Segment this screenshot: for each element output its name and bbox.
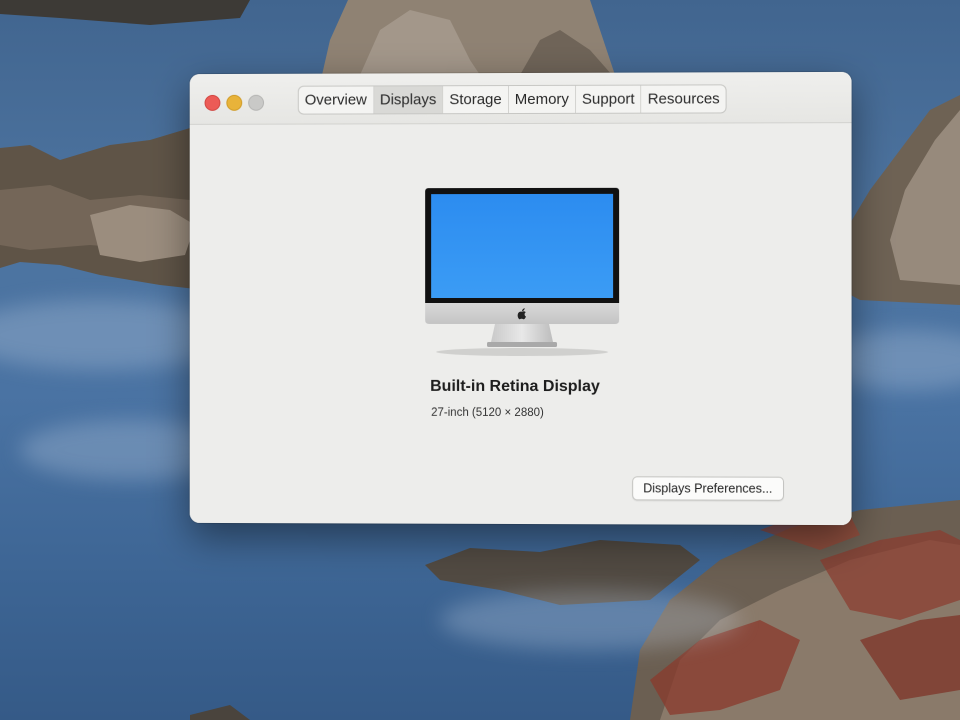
close-icon[interactable] <box>205 95 221 111</box>
tab-displays[interactable]: Displays <box>374 86 443 113</box>
zoom-icon[interactable] <box>248 95 264 111</box>
displays-preferences-button[interactable]: Displays Preferences... <box>632 476 783 500</box>
title-bar[interactable]: Overview Displays Storage Memory Support… <box>190 72 852 125</box>
displays-pane: Built-in Retina Display 27-inch (5120 × … <box>190 123 852 525</box>
tab-storage[interactable]: Storage <box>443 86 508 113</box>
tab-overview[interactable]: Overview <box>299 86 374 113</box>
mist <box>440 590 740 650</box>
about-this-mac-window: Overview Displays Storage Memory Support… <box>190 72 852 525</box>
segmented-tab-bar: Overview Displays Storage Memory Support… <box>298 84 727 114</box>
tab-support[interactable]: Support <box>576 86 642 113</box>
imac-display-icon <box>423 184 623 364</box>
minimize-icon[interactable] <box>226 95 242 111</box>
tab-memory[interactable]: Memory <box>509 86 576 113</box>
tab-resources[interactable]: Resources <box>642 85 726 112</box>
display-resolution: 27-inch (5120 × 2880) <box>431 407 544 419</box>
desktop-wallpaper: Overview Displays Storage Memory Support… <box>0 0 960 720</box>
display-name: Built-in Retina Display <box>430 378 600 396</box>
